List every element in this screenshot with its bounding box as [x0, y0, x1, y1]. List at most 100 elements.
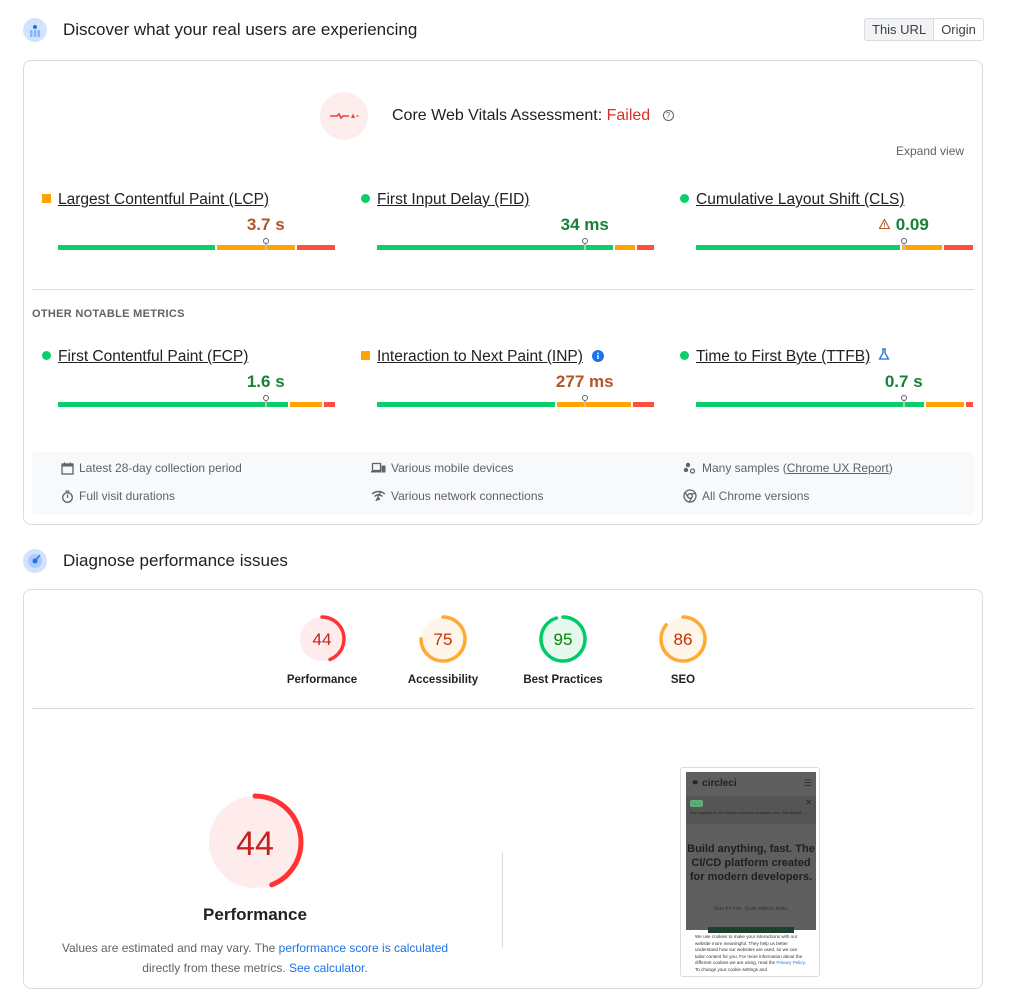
cwv-failed-icon	[320, 92, 368, 140]
metric-name-link[interactable]: First Input Delay (FID)	[377, 191, 529, 208]
gauge-score: 95	[554, 630, 573, 649]
p75-marker	[262, 395, 269, 407]
metric-name-link[interactable]: Interaction to Next Paint (INP)	[377, 348, 583, 365]
metric-value-text: 0.09	[895, 215, 929, 234]
screenshot-headline: Build anything, fast. The CI/CD platform…	[687, 843, 815, 883]
toggle-this-url[interactable]: This URL	[865, 19, 935, 40]
metric-value: 34 ms	[561, 215, 609, 235]
metric-header: Largest Contentful Paint (LCP)	[42, 191, 269, 209]
bar-segment-good	[58, 245, 215, 250]
page-screenshot-thumbnail: ⚭ circleci ☰ NEW ✕ Arm support on the Do…	[680, 767, 820, 977]
network-icon	[371, 490, 386, 502]
see-calculator-link[interactable]: See calculator.	[289, 961, 368, 975]
metric-value-text: 34 ms	[560, 215, 609, 234]
good-status-icon	[361, 194, 370, 203]
stopwatch-icon	[62, 490, 73, 503]
gauge-accessibility[interactable]: 75 Accessibility	[398, 613, 488, 686]
performance-note: Values are estimated and may vary. The p…	[40, 938, 470, 978]
note-text-2: directly from these metrics.	[142, 961, 289, 975]
chrome-ux-report-link[interactable]: Chrome UX Report	[787, 461, 889, 475]
metric-value: 0.7 s	[885, 372, 923, 392]
toggle-origin[interactable]: Origin	[934, 19, 983, 40]
bar-segment-good	[696, 402, 924, 407]
metric-value: 277 ms	[556, 372, 614, 392]
close-icon: ✕	[805, 798, 812, 807]
info-period: Latest 28-day collection period	[61, 461, 242, 475]
other-metrics-label: OTHER NOTABLE METRICS	[32, 308, 185, 320]
bar-segment-poor	[943, 245, 973, 250]
metric-header: Cumulative Layout Shift (CLS)	[680, 191, 904, 209]
metric-value-text: 277 ms	[555, 372, 614, 391]
bar-segment-poor	[297, 245, 335, 250]
score-gauge-ring: 75	[419, 615, 467, 663]
cwv-assessment: Core Web Vitals Assessment: Failed ?	[392, 107, 674, 125]
chrome-icon	[683, 489, 697, 503]
p75-marker	[900, 238, 907, 250]
metrics-divider	[32, 289, 974, 290]
cookie-privacy-link: Privacy Policy	[776, 960, 805, 965]
gauge-best-practices[interactable]: 95 Best Practices	[518, 613, 608, 686]
bar-segment-needs-improvement	[216, 245, 296, 250]
info-devices: Various mobile devices	[371, 461, 514, 475]
metric-name-link[interactable]: Time to First Byte (TTFB)	[696, 348, 870, 365]
needs-improvement-icon	[361, 351, 370, 360]
screenshot-banner: NEW ✕ Arm support on the Docker executor…	[686, 796, 816, 824]
big-gauge-score: 44	[236, 825, 274, 863]
metric-name-link[interactable]: Largest Contentful Paint (LCP)	[58, 191, 269, 208]
metric-header: Interaction to Next Paint (INP)	[361, 348, 604, 366]
metric-name-link[interactable]: Cumulative Layout Shift (CLS)	[696, 191, 904, 208]
score-gauge-ring: 95	[539, 615, 587, 663]
experimental-flask-icon[interactable]	[870, 348, 890, 365]
real-users-icon	[23, 18, 47, 42]
expand-view-button[interactable]: Expand view	[896, 144, 964, 158]
vertical-separator	[502, 852, 503, 948]
screenshot-subline: Start for free. Scale without limits.	[713, 906, 789, 912]
screenshot-logo: ⚭ circleci	[691, 778, 737, 789]
metric-header: First Contentful Paint (FCP)	[42, 348, 248, 366]
metric-value: 3.7 s	[247, 215, 285, 235]
bar-segment-poor	[632, 402, 654, 407]
metric-value: 1.6 s	[247, 372, 285, 392]
cwv-assessment-label: Core Web Vitals Assessment:	[392, 107, 603, 124]
metric-name-link[interactable]: First Contentful Paint (FCP)	[58, 348, 248, 365]
metric-value-text: 1.6 s	[246, 372, 285, 391]
score-calculated-link[interactable]: performance score is calculated	[279, 941, 448, 955]
info-network-text: Various network connections	[391, 489, 544, 503]
bar-segment-needs-improvement	[925, 402, 964, 407]
info-versions-text: All Chrome versions	[702, 489, 810, 503]
bar-segment-needs-improvement	[901, 245, 942, 250]
p75-marker	[262, 238, 269, 250]
lab-section-title: Diagnose performance issues	[63, 551, 288, 570]
info-samples-suffix: )	[888, 461, 893, 475]
score-gauge-ring: 86	[659, 615, 707, 663]
bar-segment-needs-improvement	[614, 245, 635, 250]
metric-value-text: 0.7 s	[884, 372, 923, 391]
bar-segment-good	[696, 245, 900, 250]
gauge-label: Accessibility	[407, 674, 479, 686]
gauge-performance[interactable]: 44 Performance	[277, 613, 367, 686]
gauge-label: Performance	[286, 674, 358, 686]
distribution-bar	[377, 238, 654, 250]
gauge-seo[interactable]: 86 SEO	[638, 613, 728, 686]
info-samples-text: Many samples (	[702, 461, 787, 475]
samples-icon	[683, 462, 696, 474]
info-icon[interactable]	[583, 348, 604, 365]
good-status-icon	[42, 351, 51, 360]
bar-segment-poor	[965, 402, 973, 407]
bar-segment-good	[377, 245, 613, 250]
url-origin-toggle[interactable]: This URL Origin	[864, 18, 984, 41]
help-icon[interactable]: ?	[662, 110, 674, 122]
bar-segment-poor	[323, 402, 335, 407]
info-period-text: Latest 28-day collection period	[79, 461, 242, 475]
distribution-bar	[696, 395, 973, 407]
calendar-icon	[61, 462, 74, 475]
bar-segment-poor	[636, 245, 654, 250]
menu-icon: ☰	[803, 778, 812, 788]
metric-header: First Input Delay (FID)	[361, 191, 529, 209]
screenshot-badge: NEW	[690, 800, 704, 807]
distribution-bar	[696, 238, 973, 250]
gauge-label: SEO	[670, 674, 696, 686]
good-status-icon	[680, 351, 689, 360]
gauge-score: 75	[434, 630, 453, 649]
metric-value-text: 3.7 s	[246, 215, 285, 234]
